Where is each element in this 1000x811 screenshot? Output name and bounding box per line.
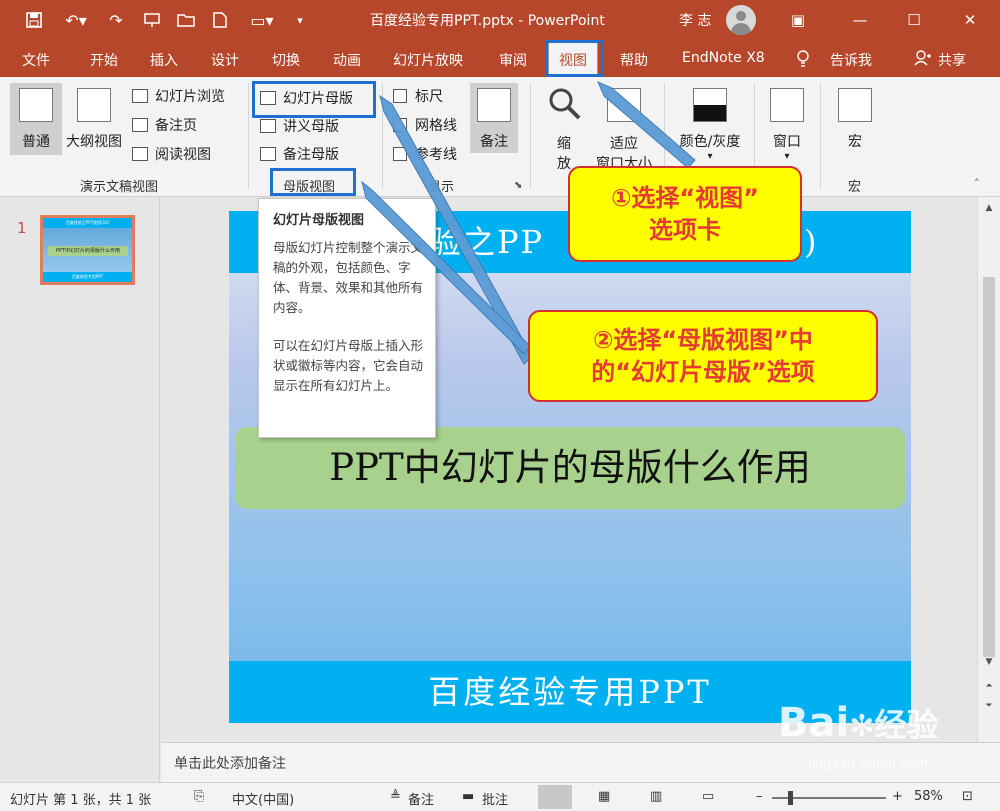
annotation-arrows: [361, 81, 696, 365]
callout-1-line-2: 选项卡: [649, 216, 721, 244]
watermark-url: jingyan.baidu.com: [808, 756, 928, 771]
comment-icon: ▬: [462, 789, 475, 804]
paw-icon: ✻: [849, 709, 875, 744]
spellcheck-icon[interactable]: ⎘: [194, 789, 204, 804]
baidu-logo: Bai✻经验: [778, 700, 938, 746]
watermark-brand-2: 经验: [874, 706, 939, 744]
notes-placeholder: 单击此处添加备注: [174, 756, 286, 772]
watermark-brand: Bai: [778, 700, 850, 746]
status-bar: 幻灯片 第 1 张，共 1 张 ⎘ 中文(中国) ≜ 备注 ▬ 批注 ▦ ▥ ▭…: [0, 782, 1000, 811]
zoom-slider-thumb[interactable]: [788, 791, 793, 805]
zoom-out-icon[interactable]: –: [756, 789, 763, 804]
normal-view-status-icon[interactable]: [538, 785, 572, 809]
reading-status-icon[interactable]: ▥: [650, 789, 662, 804]
callout-2-line-1: ②选择“母版视图”中: [593, 326, 813, 354]
zoom-level[interactable]: 58%: [914, 789, 943, 804]
callout-step-1: ①选择“视图” 选项卡: [568, 166, 802, 262]
sorter-status-icon[interactable]: ▦: [598, 789, 610, 804]
comments-status-button[interactable]: 批注: [482, 789, 508, 808]
callout-step-2: ②选择“母版视图”中 的“幻灯片母版”选项: [528, 310, 878, 402]
zoom-in-icon[interactable]: +: [892, 789, 903, 804]
arrow-to-view-tab: [597, 81, 696, 169]
notes-status-button[interactable]: 备注: [408, 789, 434, 808]
slideshow-status-icon[interactable]: ▭: [702, 789, 714, 804]
slide-count-status: 幻灯片 第 1 张，共 1 张: [10, 793, 152, 808]
fit-slide-icon[interactable]: ⊡: [962, 789, 973, 804]
language-status[interactable]: 中文(中国): [232, 789, 294, 808]
callout-2-line-2: 的“幻灯片母版”选项: [591, 358, 815, 386]
callout-1-line-1: ①选择“视图”: [611, 184, 759, 212]
notes-status-icon: ≜: [390, 789, 401, 804]
